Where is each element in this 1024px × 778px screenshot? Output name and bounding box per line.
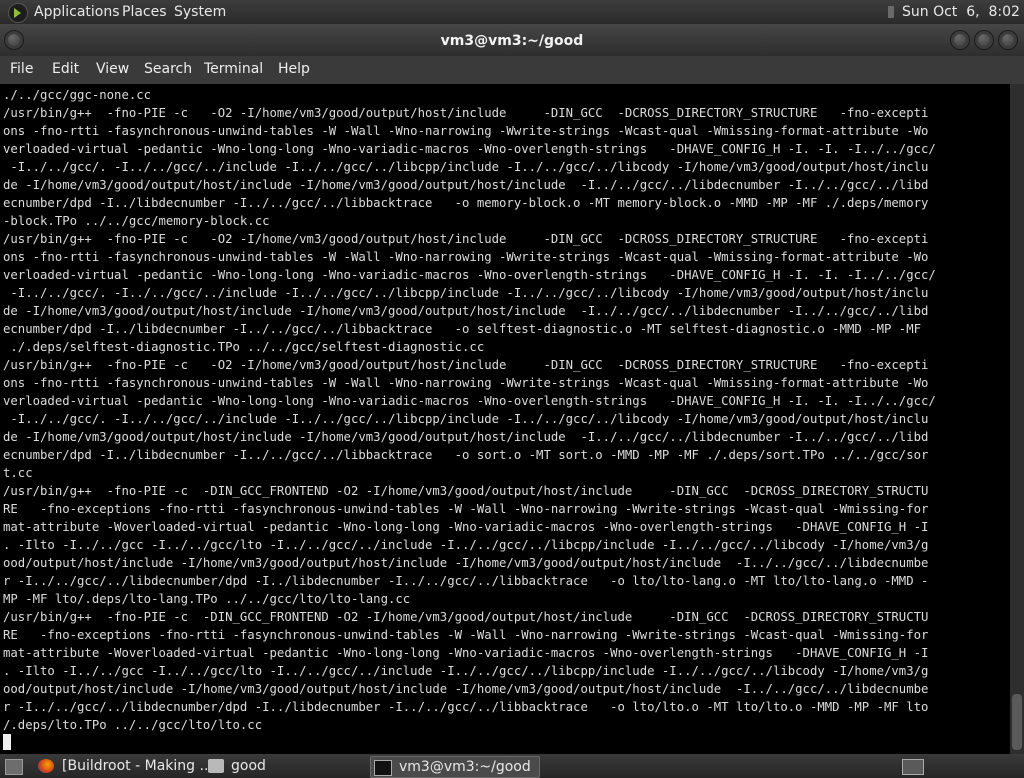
minimize-button[interactable] [950, 30, 970, 50]
terminal-line: ood/output/host/include -I/home/vm3/good… [3, 682, 929, 696]
terminal-line: RE -fno-exceptions -fno-rtti -fasynchron… [3, 628, 929, 642]
terminal-output[interactable]: ./../gcc/ggc-none.cc/usr/bin/g++ -fno-PI… [0, 84, 1010, 754]
menu-view[interactable]: View [96, 61, 129, 77]
terminal-line: /usr/bin/g++ -fno-PIE -c -DIN_GCC_FRONTE… [3, 610, 929, 624]
workspace-switcher[interactable] [898, 756, 928, 776]
terminal-line: -I../../gcc/. -I../../gcc/../include -I.… [3, 412, 929, 426]
show-desktop-icon [5, 759, 23, 775]
terminal-line: /usr/bin/g++ -fno-PIE -c -O2 -I/home/vm3… [3, 358, 929, 372]
terminal-line: ecnumber/dpd -I../libdecnumber -I../../g… [3, 322, 922, 336]
top-panel: Applications Places System Sun Oct 6, 8:… [0, 0, 1024, 24]
terminal-line: ons -fno-rtti -fasynchronous-unwind-tabl… [3, 124, 929, 138]
terminal-line: r -I../../gcc/../libdecnumber/dpd -I../l… [3, 574, 929, 588]
terminal-line: -block.TPo ../../gcc/memory-block.cc [3, 214, 270, 228]
applications-menu[interactable]: Applications [34, 4, 120, 20]
clock-icon [888, 6, 894, 18]
title-bar[interactable]: vm3@vm3:~/good [0, 24, 1024, 56]
terminal-line: /usr/bin/g++ -fno-PIE -c -O2 -I/home/vm3… [3, 106, 929, 120]
terminal-line: de -I/home/vm3/good/output/host/include … [3, 178, 929, 192]
folder-icon [208, 759, 224, 773]
terminal-line: ./../gcc/ggc-none.cc [3, 88, 152, 102]
terminal-line: ons -fno-rtti -fasynchronous-unwind-tabl… [3, 376, 929, 390]
terminal-text: ./../gcc/ggc-none.cc/usr/bin/g++ -fno-PI… [3, 86, 1007, 734]
task-label: good [231, 758, 266, 774]
terminal-line: ecnumber/dpd -I../libdecnumber -I../../g… [3, 448, 929, 462]
terminal-line: mat-attribute -Woverloaded-virtual -peda… [3, 520, 929, 534]
firefox-icon [38, 759, 54, 773]
terminal-line: verloaded-virtual -pedantic -Wno-long-lo… [3, 394, 936, 408]
maximize-button[interactable] [974, 30, 994, 50]
scrollbar-thumb[interactable] [1012, 694, 1022, 750]
terminal-line: ./.deps/selftest-diagnostic.TPo ../../gc… [3, 340, 485, 354]
terminal-line: mat-attribute -Woverloaded-virtual -peda… [3, 646, 929, 660]
terminal-line: RE -fno-exceptions -fno-rtti -fasynchron… [3, 502, 929, 516]
terminal-line: /.deps/lto.TPo ../../gcc/lto/lto.cc [3, 718, 263, 732]
window-title: vm3@vm3:~/good [440, 33, 584, 49]
text-cursor [3, 734, 11, 750]
close-button[interactable] [998, 30, 1018, 50]
terminal-line: . -Ilto -I../../gcc -I../../gcc/lto -I..… [3, 538, 929, 552]
terminal-line: . -Ilto -I../../gcc -I../../gcc/lto -I..… [3, 664, 929, 678]
terminal-line: t.cc [3, 466, 33, 480]
terminal-line: de -I/home/vm3/good/output/host/include … [3, 304, 929, 318]
terminal-line: MP -MF lto/.deps/lto-lang.TPo ../../gcc/… [3, 592, 411, 606]
menu-search[interactable]: Search [144, 61, 192, 77]
terminal-line: /usr/bin/g++ -fno-PIE -c -O2 -I/home/vm3… [3, 232, 929, 246]
terminal-line: verloaded-virtual -pedantic -Wno-long-lo… [3, 142, 936, 156]
terminal-line: ecnumber/dpd -I../libdecnumber -I../../g… [3, 196, 929, 210]
places-menu[interactable]: Places [122, 4, 167, 20]
terminal-line: /usr/bin/g++ -fno-PIE -c -DIN_GCC_FRONTE… [3, 484, 929, 498]
mouse-ibeam-icon: I [900, 724, 909, 740]
terminal-line: r -I../../gcc/../libdecnumber/dpd -I../l… [3, 700, 929, 714]
terminal-icon [374, 760, 392, 776]
task-buildroot[interactable]: [Buildroot - Making ... [36, 756, 213, 776]
task-label: vm3@vm3:~/good [399, 759, 531, 775]
terminal-line: de -I/home/vm3/good/output/host/include … [3, 430, 929, 444]
terminal-line: -I../../gcc/. -I../../gcc/../include -I.… [3, 286, 929, 300]
task-terminal[interactable]: vm3@vm3:~/good [370, 756, 540, 778]
terminal-line: ood/output/host/include -I/home/vm3/good… [3, 556, 929, 570]
workspace-switcher-icon [902, 759, 924, 775]
taskbar: [Buildroot - Making ... good vm3@vm3:~/g… [0, 754, 1024, 778]
clock[interactable]: Sun Oct 6, 8:02 PM [902, 4, 1024, 20]
task-folder-good[interactable]: good [206, 756, 356, 776]
system-menu[interactable]: System [174, 4, 226, 20]
terminal-scrollbar[interactable] [1010, 84, 1024, 754]
task-label: [Buildroot - Making ... [62, 758, 213, 774]
terminal-line: ons -fno-rtti -fasynchronous-unwind-tabl… [3, 250, 929, 264]
menu-terminal[interactable]: Terminal [204, 61, 263, 77]
terminal-window: vm3@vm3:~/good File Edit View Search Ter… [0, 24, 1024, 754]
terminal-line: -I../../gcc/. -I../../gcc/../include -I.… [3, 160, 929, 174]
menu-bar: File Edit View Search Terminal Help [0, 56, 1024, 82]
menu-edit[interactable]: Edit [52, 61, 79, 77]
show-desktop-button[interactable] [2, 756, 24, 776]
distro-logo-icon[interactable] [8, 3, 28, 23]
terminal-line: verloaded-virtual -pedantic -Wno-long-lo… [3, 268, 936, 282]
menu-file[interactable]: File [10, 61, 33, 77]
menu-help[interactable]: Help [278, 61, 310, 77]
